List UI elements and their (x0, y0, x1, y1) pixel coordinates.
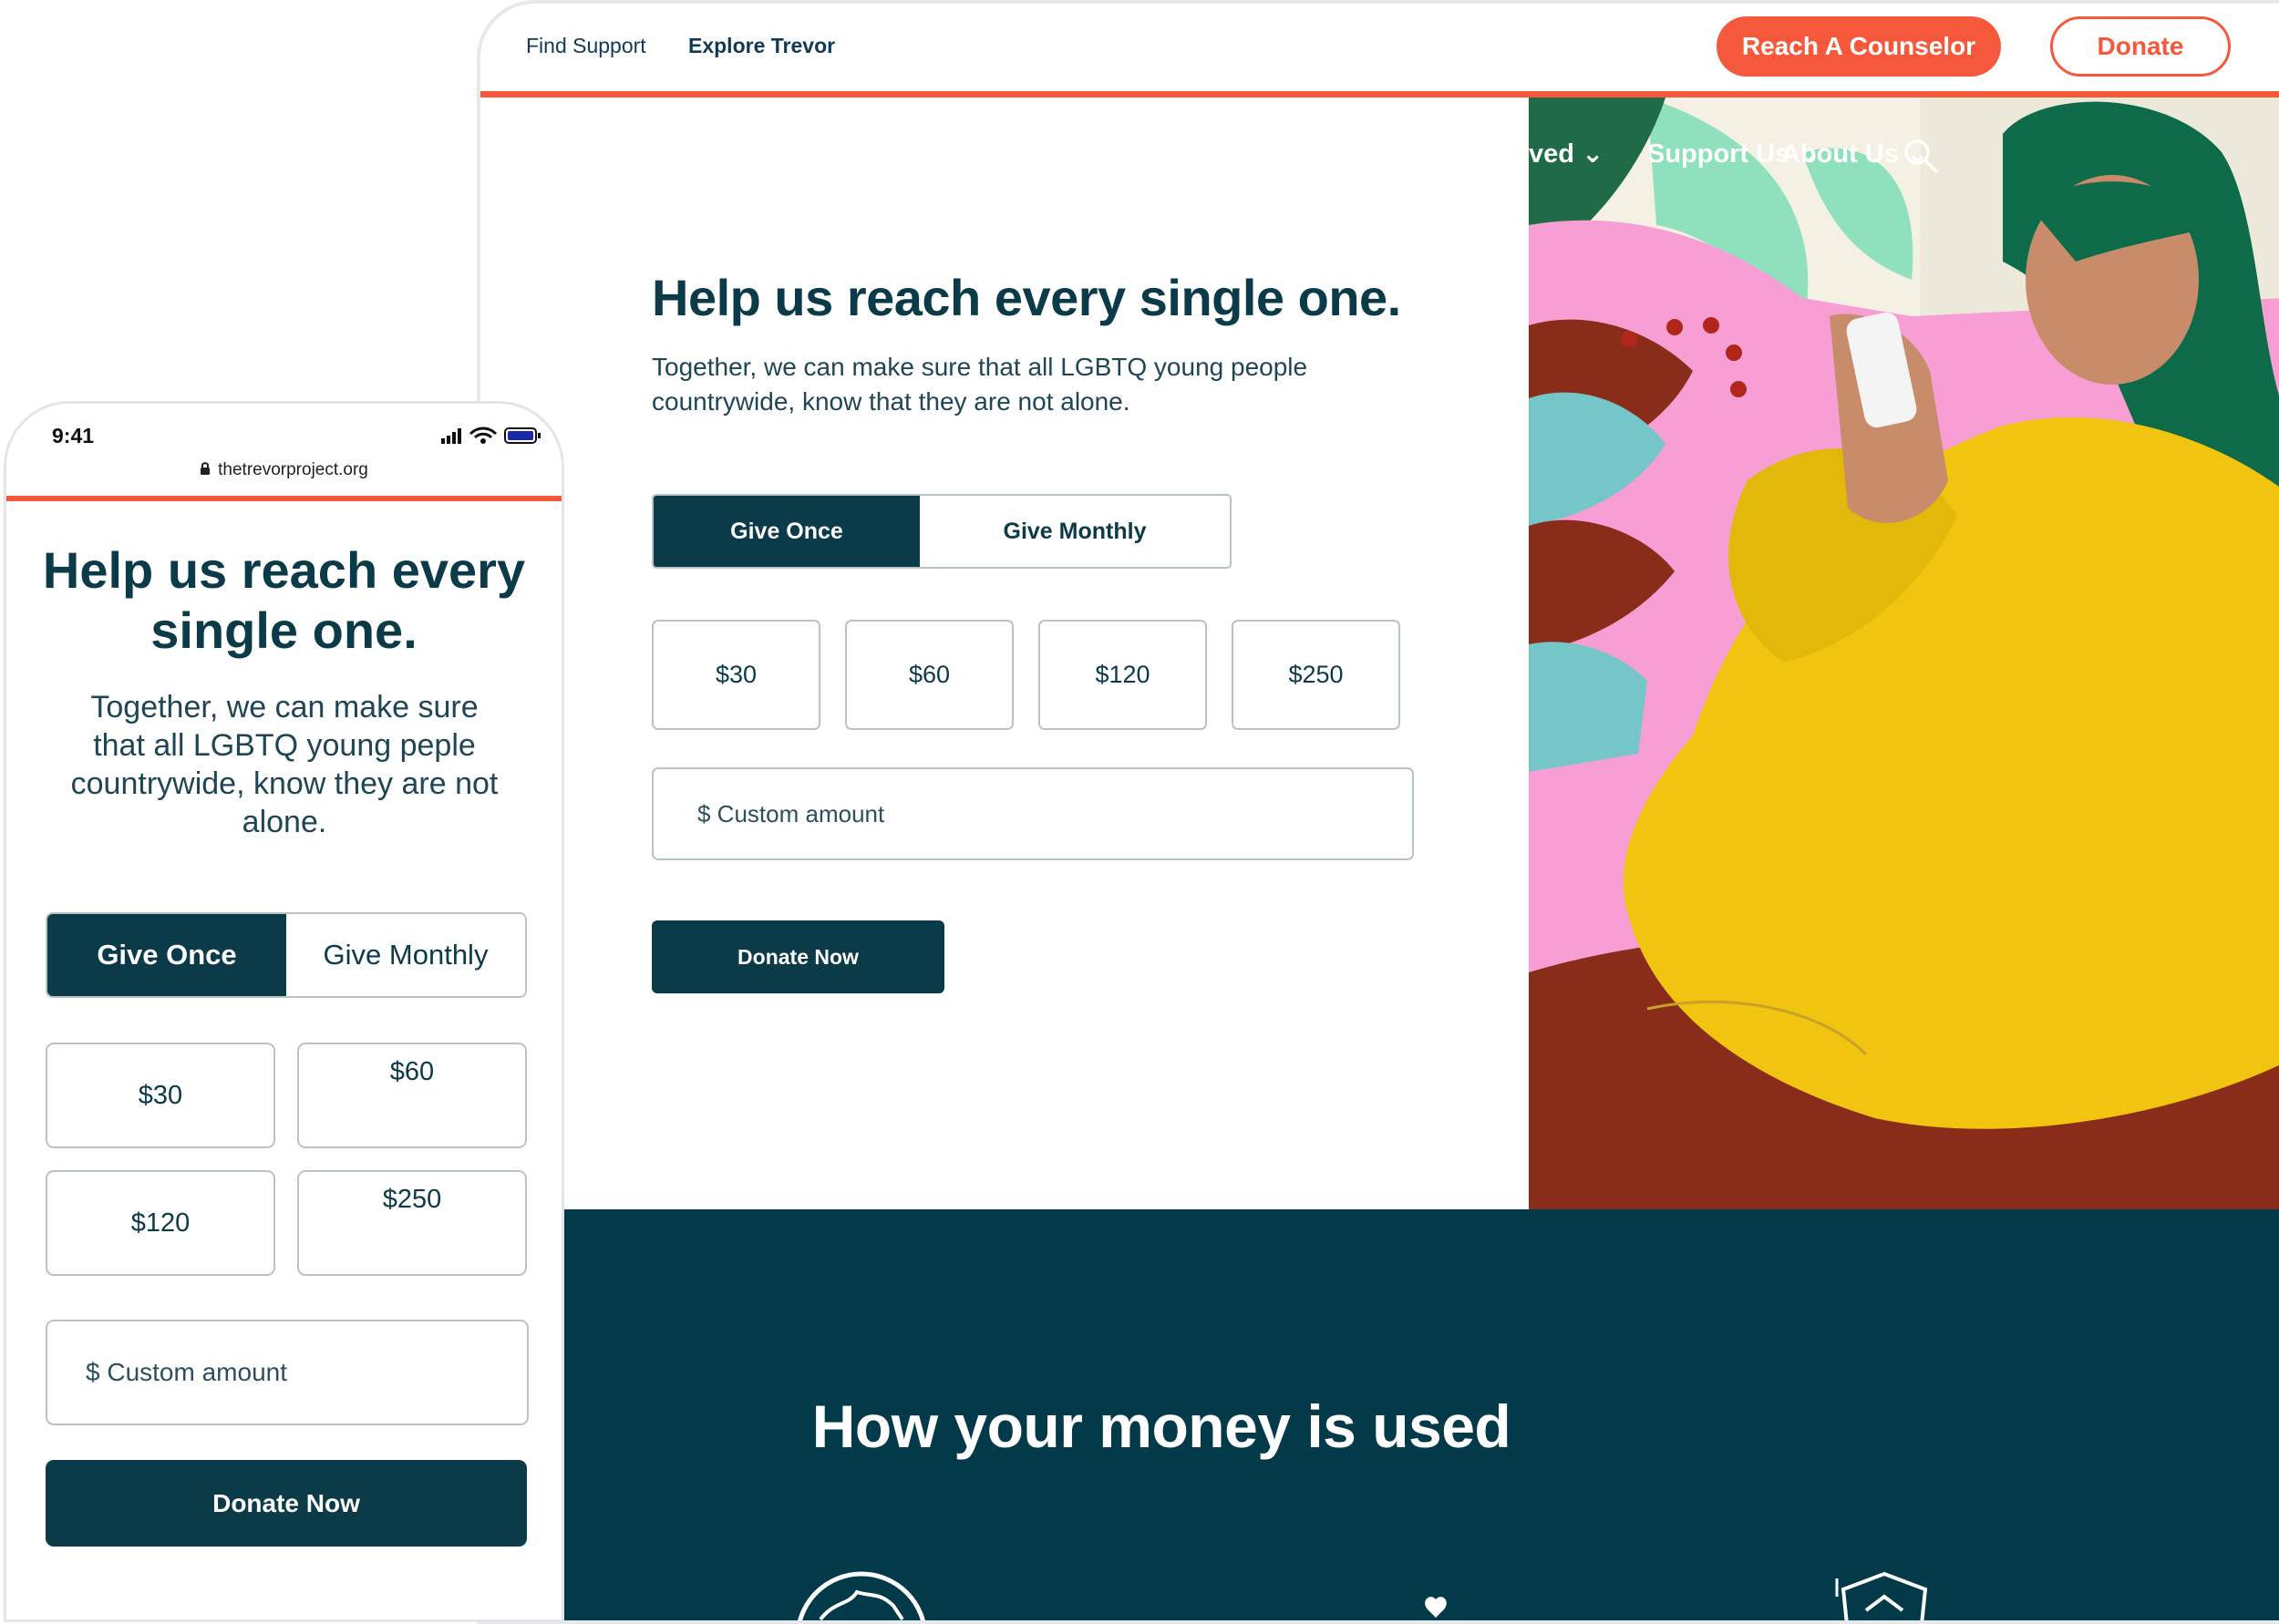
money-usage-title: How your money is used (811, 1393, 1511, 1460)
woman-with-phone-illustration (1529, 98, 2279, 1209)
amount-option-120[interactable]: $120 (1038, 620, 1207, 730)
search-icon[interactable] (1903, 138, 1939, 174)
main-navigation: ved ⌄ Support Us ⌄ About Us ⌄ (1529, 138, 2279, 183)
nav-link-find-support[interactable]: Find Support (526, 34, 646, 58)
hearts-icon (1425, 1597, 1447, 1618)
amount-option-30[interactable]: $30 (652, 620, 820, 730)
mobile-hero-subtext: Together, we can make sure that all LGBT… (70, 690, 499, 839)
amount-option-250[interactable]: $250 (1232, 620, 1400, 730)
nav-get-involved-label: ved (1529, 139, 1574, 169)
chevron-down-icon: ⌄ (1582, 139, 1604, 169)
top-navigation: Find Support Explore Trevor Reach A Coun… (480, 4, 2279, 96)
mobile-frequency-toggle: Give Once Give Monthly (46, 912, 527, 998)
donate-now-button[interactable]: Donate Now (652, 920, 944, 993)
donate-header-button[interactable]: Donate (2050, 16, 2231, 77)
mobile-hero-heading: Help us reach every single one. (42, 541, 526, 659)
globe-icon (798, 1571, 925, 1620)
mobile-phone-frame: 9:41 thetrevorproject.org Help us reach … (4, 401, 564, 1622)
nav-link-explore-trevor[interactable]: Explore Trevor (688, 34, 835, 58)
hero-subtext: Together, we can make sure that all LGBT… (652, 353, 1308, 416)
mobile-amount-option-30[interactable]: $30 (46, 1043, 275, 1148)
frequency-toggle: Give Once Give Monthly (652, 494, 1232, 569)
address-bar[interactable]: thetrevorproject.org (6, 460, 562, 480)
mobile-give-monthly-tab[interactable]: Give Monthly (286, 914, 525, 996)
status-icons (441, 427, 541, 444)
custom-amount-input[interactable]: $ Custom amount (652, 767, 1414, 860)
lock-icon (201, 462, 211, 475)
nav-support-us-label: Support Us (1647, 139, 1790, 169)
money-usage-section: How your money is used (480, 1209, 2279, 1620)
hero-illustration: ved ⌄ Support Us ⌄ About Us ⌄ (1529, 98, 2279, 1209)
header-accent-rule (6, 496, 562, 501)
amount-option-60[interactable]: $60 (845, 620, 1014, 730)
shield-icon (1835, 1571, 1928, 1620)
status-time: 9:41 (52, 424, 95, 447)
hero-heading: Help us reach every single one. (652, 269, 1401, 326)
nav-about-us-label: About Us (1781, 139, 1899, 169)
battery-icon (504, 427, 541, 444)
mobile-amount-option-120[interactable]: $120 (46, 1170, 275, 1276)
wifi-icon (469, 427, 498, 444)
desktop-browser-frame: Find Support Explore Trevor Reach A Coun… (477, 0, 2279, 1624)
reach-counselor-button[interactable]: Reach A Counselor (1717, 16, 2001, 77)
address-url: thetrevorproject.org (218, 460, 368, 479)
header-accent-rule (480, 91, 2279, 98)
mobile-donate-now-button[interactable]: Donate Now (46, 1460, 527, 1547)
give-monthly-tab[interactable]: Give Monthly (920, 496, 1230, 567)
mobile-give-once-tab[interactable]: Give Once (47, 914, 286, 996)
mobile-custom-amount-input[interactable]: $ Custom amount (46, 1320, 529, 1425)
mobile-amount-option-60[interactable]: $60 (297, 1043, 527, 1148)
signal-icon (441, 428, 461, 444)
give-once-tab[interactable]: Give Once (654, 496, 920, 567)
nav-get-involved[interactable]: ved ⌄ (1529, 138, 1604, 170)
mobile-amount-option-250[interactable]: $250 (297, 1170, 527, 1276)
